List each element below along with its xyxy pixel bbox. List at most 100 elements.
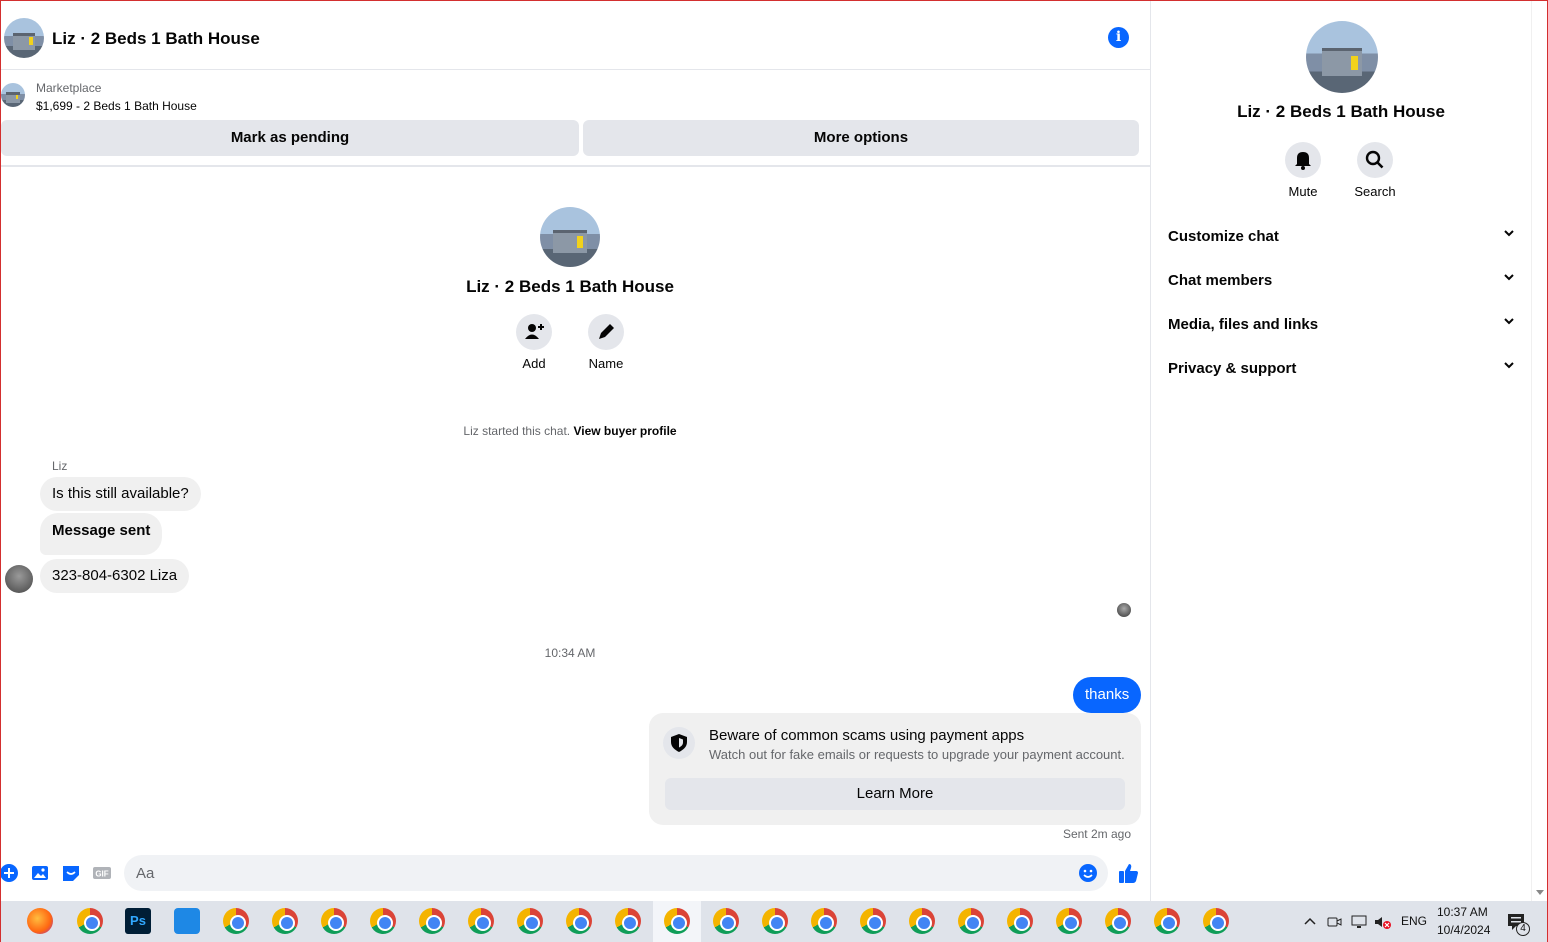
- seen-indicator-avatar: [1117, 603, 1131, 617]
- chrome-profile-icon[interactable]: [566, 908, 592, 934]
- marketplace-banner: Marketplace $1,699 - 2 Beds 1 Bath House…: [1, 71, 1151, 167]
- browser-app-icon[interactable]: [174, 908, 200, 934]
- panel-avatar: [1306, 21, 1378, 93]
- chrome-profile-icon[interactable]: [860, 908, 886, 934]
- chat-info-panel: Liz · 2 Beds 1 Bath House Mute Search Cu…: [1152, 1, 1530, 901]
- message-bubble[interactable]: 323-804-6302 Liza: [40, 559, 190, 593]
- view-buyer-profile-link[interactable]: View buyer profile: [573, 424, 676, 438]
- mute-button[interactable]: [1285, 142, 1321, 178]
- emoji-icon[interactable]: [1078, 863, 1098, 883]
- language-indicator[interactable]: ENG: [1401, 914, 1427, 928]
- section-label: Privacy & support: [1168, 360, 1297, 377]
- chrome-profile-icon[interactable]: [272, 908, 298, 934]
- sender-avatar[interactable]: [5, 565, 33, 593]
- listing-thumbnail[interactable]: [1, 83, 25, 107]
- scam-warning-title: Beware of common scams using payment app…: [709, 727, 1025, 744]
- thumbs-up-icon[interactable]: [1118, 862, 1140, 884]
- search-button[interactable]: [1357, 142, 1393, 178]
- bell-icon: [1295, 152, 1311, 170]
- search-icon: [1365, 150, 1384, 169]
- started-text: Liz started this chat.: [463, 424, 571, 438]
- volume-muted-icon[interactable]: [1373, 914, 1391, 930]
- more-options-button[interactable]: More options: [583, 120, 1139, 156]
- mute-label: Mute: [1288, 184, 1318, 199]
- edit-name-button[interactable]: [588, 314, 624, 350]
- chrome-profile-icon[interactable]: [1203, 908, 1229, 934]
- chevron-down-icon: [1502, 314, 1516, 332]
- scroll-down-arrow-icon[interactable]: [1536, 890, 1544, 895]
- notification-count-badge: 4: [1516, 922, 1530, 936]
- section-media-files-links[interactable]: Media, files and links: [1168, 304, 1516, 348]
- scam-warning-card: Beware of common scams using payment app…: [649, 713, 1141, 825]
- image-icon[interactable]: [30, 863, 50, 883]
- chat-pane: Liz · 2 Beds 1 Bath House i Marketplace …: [0, 1, 1151, 901]
- sticker-icon[interactable]: [61, 863, 81, 883]
- chrome-profile-icon[interactable]: [909, 908, 935, 934]
- chrome-profile-icon[interactable]: [223, 908, 249, 934]
- chrome-profile-icon[interactable]: [77, 908, 103, 934]
- photoshop-icon[interactable]: Ps: [125, 908, 151, 934]
- windows-taskbar: Ps ENG 10:37 AM 10/4/2024 4: [0, 901, 1548, 942]
- network-icon[interactable]: [1350, 914, 1368, 930]
- message-bubble[interactable]: Message sent: [40, 513, 163, 555]
- sender-name: Liz: [52, 459, 68, 473]
- search-label: Search: [1354, 184, 1396, 199]
- section-customize-chat[interactable]: Customize chat: [1168, 216, 1516, 260]
- chrome-profile-icon[interactable]: [468, 908, 494, 934]
- message-timestamp: 10:34 AM: [544, 646, 596, 660]
- section-privacy-support[interactable]: Privacy & support: [1168, 348, 1516, 392]
- chrome-profile-icon[interactable]: [321, 908, 347, 934]
- chrome-profile-icon[interactable]: [713, 908, 739, 934]
- panel-name: Liz · 2 Beds 1 Bath House: [1237, 102, 1445, 121]
- chrome-profile-icon[interactable]: [1154, 908, 1180, 934]
- profile-name: Liz · 2 Beds 1 Bath House: [466, 277, 674, 296]
- my-message-bubble[interactable]: thanks: [1073, 677, 1142, 713]
- chrome-profile-icon[interactable]: [958, 908, 984, 934]
- chrome-profile-icon[interactable]: [762, 908, 788, 934]
- chrome-profile-icon[interactable]: [419, 908, 445, 934]
- scam-warning-text: Watch out for fake emails or requests to…: [709, 747, 1125, 762]
- message-composer: GIF: [0, 853, 1151, 893]
- section-label: Chat members: [1168, 272, 1273, 289]
- page-scrollbar[interactable]: [1531, 1, 1547, 901]
- section-chat-members[interactable]: Chat members: [1168, 260, 1516, 304]
- chrome-profile-icon[interactable]: [1056, 908, 1082, 934]
- firefox-icon[interactable]: [27, 908, 53, 934]
- plus-icon[interactable]: [0, 863, 19, 883]
- section-label: Customize chat: [1168, 228, 1279, 245]
- gif-icon[interactable]: GIF: [92, 863, 112, 883]
- profile-avatar: [540, 207, 600, 267]
- message-input[interactable]: [124, 855, 1024, 891]
- listing-title[interactable]: $1,699 - 2 Beds 1 Bath House: [36, 99, 197, 113]
- chevron-up-icon[interactable]: [1303, 916, 1317, 926]
- shield-icon: [663, 727, 695, 759]
- name-label: Name: [588, 356, 624, 371]
- pencil-icon: [599, 324, 614, 339]
- message-input-box[interactable]: [124, 855, 1108, 891]
- chat-title[interactable]: Liz · 2 Beds 1 Bath House: [52, 29, 260, 49]
- info-icon[interactable]: i: [1108, 27, 1129, 48]
- add-person-button[interactable]: [516, 314, 552, 350]
- chrome-profile-icon[interactable]: [664, 908, 690, 934]
- chrome-profile-icon[interactable]: [615, 908, 641, 934]
- add-label: Add: [522, 356, 546, 371]
- message-bubble[interactable]: Is this still available?: [40, 477, 201, 511]
- clock-date[interactable]: 10/4/2024: [1437, 923, 1490, 937]
- chrome-profile-icon[interactable]: [811, 908, 837, 934]
- clock-time[interactable]: 10:37 AM: [1437, 905, 1488, 919]
- add-person-icon: [525, 324, 544, 339]
- chevron-down-icon: [1502, 270, 1516, 288]
- learn-more-button[interactable]: Learn More: [665, 778, 1125, 810]
- chrome-profile-icon[interactable]: [517, 908, 543, 934]
- chat-header: Liz · 2 Beds 1 Bath House i: [1, 1, 1151, 70]
- chrome-profile-icon[interactable]: [370, 908, 396, 934]
- section-label: Media, files and links: [1168, 316, 1319, 333]
- chevron-down-icon: [1502, 358, 1516, 376]
- sent-status: Sent 2m ago: [1062, 827, 1131, 841]
- camera-icon[interactable]: [1326, 914, 1342, 930]
- mark-as-pending-button[interactable]: Mark as pending: [1, 120, 579, 156]
- chat-started-notice: Liz started this chat. View buyer profil…: [1, 424, 1139, 438]
- chrome-profile-icon[interactable]: [1007, 908, 1033, 934]
- chrome-profile-icon[interactable]: [1105, 908, 1131, 934]
- chat-avatar[interactable]: [4, 18, 44, 58]
